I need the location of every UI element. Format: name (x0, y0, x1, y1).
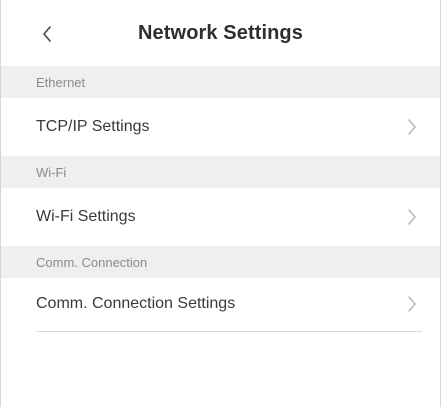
section-label: Comm. Connection (36, 254, 148, 270)
comm-connection-settings-item[interactable]: Comm. Connection Settings (1, 278, 440, 330)
page-title: Network Settings (138, 21, 303, 44)
section-label: Ethernet (36, 74, 86, 90)
item-label: Comm. Connection Settings (36, 295, 236, 312)
section-header-comm-connection: Comm. Connection (1, 246, 440, 278)
section-label: Wi-Fi (36, 164, 67, 180)
chevron-right-icon (408, 119, 416, 135)
chevron-right-icon (408, 209, 416, 225)
section-header-wifi: Wi-Fi (1, 156, 440, 188)
list-divider (36, 331, 422, 332)
chevron-right-icon (408, 296, 416, 312)
back-button[interactable] (37, 24, 57, 44)
chevron-left-icon (43, 26, 51, 42)
tcpip-settings-item[interactable]: TCP/IP Settings (1, 98, 440, 156)
header-bar: Network Settings (1, 0, 440, 66)
section-header-ethernet: Ethernet (1, 66, 440, 98)
item-label: TCP/IP Settings (36, 118, 150, 135)
wifi-settings-item[interactable]: Wi-Fi Settings (1, 188, 440, 246)
network-settings-screen: Network Settings Ethernet TCP/IP Setting… (0, 0, 441, 407)
item-label: Wi-Fi Settings (36, 208, 136, 225)
